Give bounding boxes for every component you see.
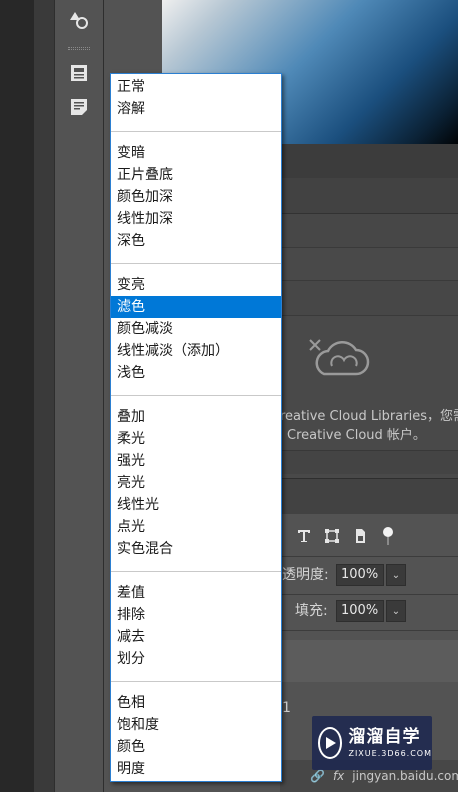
shape-filter-icon[interactable] bbox=[324, 528, 340, 544]
blend-mode-item[interactable]: 线性光 bbox=[111, 494, 281, 516]
opacity-field[interactable]: 100% bbox=[336, 564, 384, 586]
blend-mode-item[interactable]: 叠加 bbox=[111, 406, 281, 428]
link-layers-icon[interactable]: 🔗 bbox=[310, 769, 325, 783]
fill-field[interactable]: 100% bbox=[336, 600, 384, 622]
notes-panel-icon[interactable] bbox=[67, 95, 91, 119]
blend-mode-item[interactable]: 颜色减淡 bbox=[111, 318, 281, 340]
fill-label: 填充: bbox=[295, 603, 328, 619]
layer-row-label: 1 bbox=[282, 700, 291, 716]
blend-mode-item[interactable]: 正常 bbox=[111, 76, 281, 98]
shapes-icon bbox=[70, 12, 88, 29]
blend-mode-item[interactable]: 变亮 bbox=[111, 274, 281, 296]
menu-separator bbox=[111, 263, 281, 264]
creative-cloud-icon bbox=[306, 336, 370, 384]
blend-mode-item[interactable]: 强光 bbox=[111, 450, 281, 472]
libraries-message-line2: Creative Cloud 帐户。 bbox=[287, 428, 426, 443]
libraries-message-line1: reative Cloud Libraries，您需要 bbox=[280, 409, 458, 424]
blend-mode-item[interactable]: 浅色 bbox=[111, 362, 281, 384]
watermark-link-text: jingyan.baidu.com bbox=[352, 769, 458, 783]
type-filter-icon[interactable] bbox=[296, 528, 312, 544]
fill-dropdown-arrow[interactable]: ⌄ bbox=[386, 600, 406, 622]
blend-mode-item[interactable]: 色相 bbox=[111, 692, 281, 714]
properties-panel-icon[interactable] bbox=[67, 61, 91, 85]
blend-mode-item[interactable]: 明度 bbox=[111, 758, 281, 780]
blend-mode-item[interactable]: 线性加深 bbox=[111, 208, 281, 230]
panel-icon-strip bbox=[54, 0, 104, 792]
menu-separator bbox=[111, 131, 281, 132]
filter-toggle-icon[interactable] bbox=[380, 526, 396, 546]
blend-mode-item[interactable]: 划分 bbox=[111, 648, 281, 670]
blend-mode-item[interactable]: 差值 bbox=[111, 582, 281, 604]
fx-button[interactable]: fx bbox=[333, 769, 344, 783]
blend-mode-item[interactable]: 亮光 bbox=[111, 472, 281, 494]
blend-mode-item[interactable]: 颜色加深 bbox=[111, 186, 281, 208]
opacity-label: 透明度: bbox=[282, 567, 329, 583]
blend-mode-item-selected[interactable]: 滤色 bbox=[111, 296, 281, 318]
blend-mode-item[interactable]: 实色混合 bbox=[111, 538, 281, 560]
blend-mode-item[interactable]: 点光 bbox=[111, 516, 281, 538]
watermark-badge: 溜溜自学 ZIXUE.3D66.COM bbox=[312, 716, 432, 770]
watermark-title: 溜溜自学 bbox=[348, 727, 421, 747]
shapes-panel-icon[interactable] bbox=[67, 8, 91, 32]
workspace-left-edge bbox=[0, 0, 34, 792]
properties-icon bbox=[71, 65, 87, 81]
blend-mode-item[interactable]: 排除 bbox=[111, 604, 281, 626]
menu-separator bbox=[111, 681, 281, 682]
blend-mode-item[interactable]: 溶解 bbox=[111, 98, 281, 120]
blend-mode-item[interactable]: 深色 bbox=[111, 230, 281, 252]
blend-mode-item[interactable]: 柔光 bbox=[111, 428, 281, 450]
blend-mode-item[interactable]: 颜色 bbox=[111, 736, 281, 758]
layer-filter-icons bbox=[296, 526, 396, 546]
watermark-subtitle: ZIXUE.3D66.COM bbox=[348, 749, 432, 758]
blend-mode-item[interactable]: 正片叠底 bbox=[111, 164, 281, 186]
blend-mode-item[interactable]: 减去 bbox=[111, 626, 281, 648]
blend-mode-dropdown: 正常 溶解 变暗 正片叠底 颜色加深 线性加深 深色 变亮 滤色 颜色减淡 线性… bbox=[110, 73, 282, 782]
opacity-dropdown-arrow[interactable]: ⌄ bbox=[386, 564, 406, 586]
notes-icon bbox=[71, 99, 87, 115]
blend-mode-item[interactable]: 变暗 bbox=[111, 142, 281, 164]
panel-grip[interactable] bbox=[68, 47, 90, 50]
play-logo-icon bbox=[318, 727, 343, 759]
smart-object-filter-icon[interactable] bbox=[352, 528, 368, 544]
panel-dock-strip bbox=[34, 0, 54, 792]
blend-mode-item[interactable]: 线性减淡（添加） bbox=[111, 340, 281, 362]
menu-separator bbox=[111, 571, 281, 572]
menu-separator bbox=[111, 395, 281, 396]
blend-mode-item[interactable]: 饱和度 bbox=[111, 714, 281, 736]
